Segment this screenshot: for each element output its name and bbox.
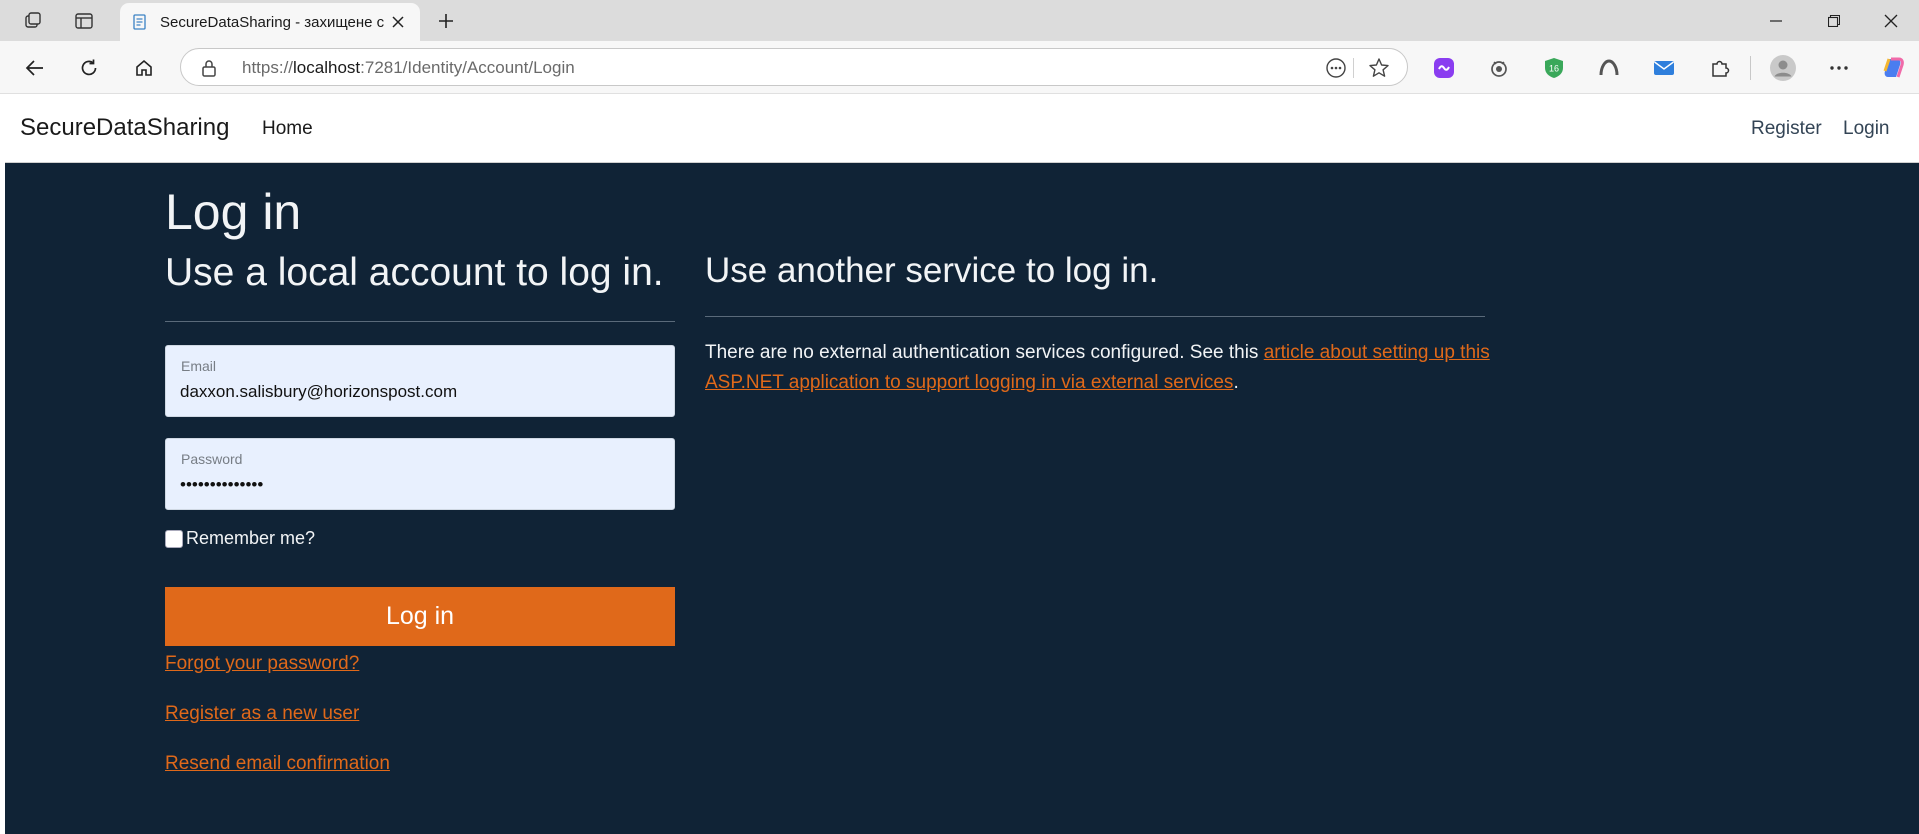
resend-confirmation-link[interactable]: Resend email confirmation <box>165 753 390 775</box>
page-title: Log in <box>165 184 302 240</box>
email-input[interactable] <box>180 382 660 402</box>
web-page: SecureDataSharing Home Register Login Lo… <box>5 94 1919 834</box>
page-favicon-icon <box>132 14 148 30</box>
svg-text:16: 16 <box>1549 64 1559 74</box>
omnibox-divider <box>1353 58 1354 78</box>
password-label: Password <box>181 451 243 467</box>
copilot-icon[interactable] <box>1880 54 1908 82</box>
lock-icon[interactable] <box>201 59 217 82</box>
extension-bug-icon[interactable] <box>1485 54 1513 82</box>
profile-avatar[interactable] <box>1769 54 1797 82</box>
close-tab-icon[interactable] <box>388 12 408 32</box>
address-bar[interactable]: https://localhost:7281/Identity/Account/… <box>180 48 1408 86</box>
url-scheme: https:// <box>242 58 294 77</box>
login-button[interactable]: Log in <box>165 587 675 646</box>
url-text[interactable]: https://localhost:7281/Identity/Account/… <box>242 58 575 78</box>
close-window-icon[interactable] <box>1862 0 1919 41</box>
more-menu-icon[interactable] <box>1825 54 1853 82</box>
password-input[interactable]: •••••••••••••• <box>180 475 660 495</box>
remember-me-checkbox[interactable] <box>165 529 183 548</box>
external-divider <box>705 316 1485 317</box>
forgot-password-link[interactable]: Forgot your password? <box>165 653 359 675</box>
browser-tab-strip: SecureDataSharing - захищене с <box>0 0 1919 41</box>
email-field[interactable]: Email <box>165 345 675 417</box>
favorite-star-icon[interactable] <box>1367 56 1391 80</box>
site-brand-link[interactable]: SecureDataSharing <box>20 114 229 142</box>
extensions-puzzle-icon[interactable] <box>1706 54 1734 82</box>
url-path: :7281/Identity/Account/Login <box>360 58 575 77</box>
register-new-user-link[interactable]: Register as a new user <box>165 703 359 725</box>
external-message-end: . <box>1233 372 1239 393</box>
external-auth-message: There are no external authentication ser… <box>705 338 1495 398</box>
vertical-tabs-icon[interactable] <box>67 6 101 36</box>
password-field[interactable]: Password •••••••••••••• <box>165 438 675 510</box>
nav-home-link[interactable]: Home <box>262 118 313 140</box>
active-tab[interactable]: SecureDataSharing - захищене с <box>120 3 420 41</box>
extension-arc-icon[interactable] <box>1595 54 1623 82</box>
tab-title: SecureDataSharing - захищене с <box>160 13 385 31</box>
remember-me[interactable]: Remember me? <box>165 528 315 549</box>
local-divider <box>165 321 675 322</box>
new-tab-button[interactable] <box>432 7 460 35</box>
extension-shield-icon[interactable]: 16 <box>1540 54 1568 82</box>
url-host: localhost <box>293 58 361 77</box>
site-navbar: SecureDataSharing Home Register Login <box>5 94 1919 163</box>
external-service-heading: Use another service to log in. <box>705 251 1159 290</box>
minimize-icon[interactable] <box>1747 0 1804 41</box>
external-message-text: There are no external authentication ser… <box>705 342 1264 363</box>
home-icon[interactable] <box>128 52 160 84</box>
nav-register-link[interactable]: Register <box>1751 118 1822 140</box>
workspaces-icon[interactable] <box>16 6 50 36</box>
nav-login-link[interactable]: Login <box>1843 118 1890 140</box>
email-label: Email <box>181 358 217 374</box>
extension-mail-icon[interactable] <box>1650 54 1678 82</box>
refresh-icon[interactable] <box>73 52 105 84</box>
toolbar-divider <box>1750 56 1751 80</box>
extension-purple-icon[interactable] <box>1430 54 1458 82</box>
remember-me-label: Remember me? <box>186 528 316 548</box>
login-content: Log in Use a local account to log in. Us… <box>5 163 1919 834</box>
page-actions-icon[interactable] <box>1324 56 1348 80</box>
restore-icon[interactable] <box>1805 0 1862 41</box>
back-arrow-icon[interactable] <box>19 52 51 84</box>
browser-toolbar: https://localhost:7281/Identity/Account/… <box>0 41 1919 94</box>
local-account-heading: Use a local account to log in. <box>165 251 664 294</box>
